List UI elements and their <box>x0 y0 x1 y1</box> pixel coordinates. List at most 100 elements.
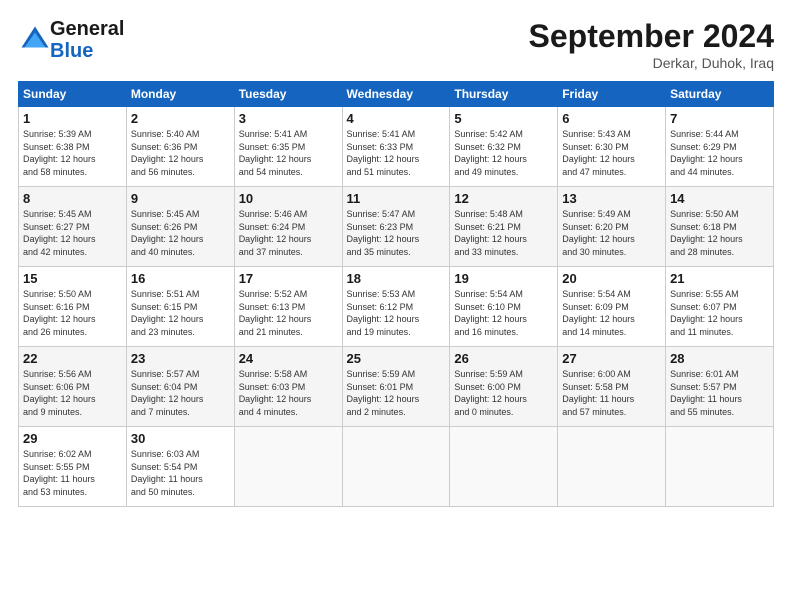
day-info: Sunrise: 5:48 AM Sunset: 6:21 PM Dayligh… <box>454 208 553 258</box>
day-number: 12 <box>454 191 553 206</box>
day-number: 9 <box>131 191 230 206</box>
day-number: 23 <box>131 351 230 366</box>
day-number: 20 <box>562 271 661 286</box>
calendar-cell: 8 Sunrise: 5:45 AM Sunset: 6:27 PM Daylig… <box>19 187 127 267</box>
page: General Blue September 2024 Derkar, Duho… <box>0 0 792 517</box>
day-info: Sunrise: 5:54 AM Sunset: 6:10 PM Dayligh… <box>454 288 553 338</box>
col-header-thursday: Thursday <box>450 82 558 107</box>
day-number: 30 <box>131 431 230 446</box>
logo-blue: Blue <box>50 40 124 62</box>
day-info: Sunrise: 5:41 AM Sunset: 6:35 PM Dayligh… <box>239 128 338 178</box>
col-header-sunday: Sunday <box>19 82 127 107</box>
logo-general: General <box>50 18 124 40</box>
calendar-cell: 24Sunrise: 5:58 AM Sunset: 6:03 PM Dayli… <box>234 347 342 427</box>
logo: General Blue <box>18 18 124 62</box>
day-info: Sunrise: 5:45 AM Sunset: 6:27 PM Dayligh… <box>23 208 122 258</box>
day-number: 19 <box>454 271 553 286</box>
day-info: Sunrise: 6:02 AM Sunset: 5:55 PM Dayligh… <box>23 448 122 498</box>
day-number: 29 <box>23 431 122 446</box>
day-info: Sunrise: 5:55 AM Sunset: 6:07 PM Dayligh… <box>670 288 769 338</box>
day-info: Sunrise: 5:59 AM Sunset: 6:01 PM Dayligh… <box>347 368 446 418</box>
calendar-cell: 10 Sunrise: 5:46 AM Sunset: 6:24 PM Dayli… <box>234 187 342 267</box>
calendar-cell <box>666 427 774 507</box>
calendar-cell <box>234 427 342 507</box>
day-number: 6 <box>562 111 661 126</box>
day-info: Sunrise: 5:45 AM Sunset: 6:26 PM Dayligh… <box>131 208 230 258</box>
header-row: SundayMondayTuesdayWednesdayThursdayFrid… <box>19 82 774 107</box>
day-number: 21 <box>670 271 769 286</box>
calendar-cell: 23 Sunrise: 5:57 AM Sunset: 6:04 PM Dayli… <box>126 347 234 427</box>
location: Derkar, Duhok, Iraq <box>529 55 774 71</box>
day-info: Sunrise: 5:44 AM Sunset: 6:29 PM Dayligh… <box>670 128 769 178</box>
calendar-cell: 9 Sunrise: 5:45 AM Sunset: 6:26 PM Daylig… <box>126 187 234 267</box>
calendar-cell: 29 Sunrise: 6:02 AM Sunset: 5:55 PM Dayli… <box>19 427 127 507</box>
day-info: Sunrise: 5:56 AM Sunset: 6:06 PM Dayligh… <box>23 368 122 418</box>
calendar-cell: 15 Sunrise: 5:50 AM Sunset: 6:16 PM Dayli… <box>19 267 127 347</box>
day-info: Sunrise: 5:51 AM Sunset: 6:15 PM Dayligh… <box>131 288 230 338</box>
calendar-table: SundayMondayTuesdayWednesdayThursdayFrid… <box>18 81 774 507</box>
calendar-cell: 11Sunrise: 5:47 AM Sunset: 6:23 PM Dayli… <box>342 187 450 267</box>
title-block: September 2024 Derkar, Duhok, Iraq <box>529 18 774 71</box>
week-row-1: 1 Sunrise: 5:39 AM Sunset: 6:38 PM Daylig… <box>19 107 774 187</box>
day-number: 1 <box>23 111 122 126</box>
week-row-2: 8 Sunrise: 5:45 AM Sunset: 6:27 PM Daylig… <box>19 187 774 267</box>
col-header-friday: Friday <box>558 82 666 107</box>
day-number: 5 <box>454 111 553 126</box>
week-row-5: 29 Sunrise: 6:02 AM Sunset: 5:55 PM Dayli… <box>19 427 774 507</box>
calendar-cell: 5 Sunrise: 5:42 AM Sunset: 6:32 PM Daylig… <box>450 107 558 187</box>
day-number: 14 <box>670 191 769 206</box>
day-number: 15 <box>23 271 122 286</box>
calendar-cell <box>342 427 450 507</box>
day-info: Sunrise: 5:41 AM Sunset: 6:33 PM Dayligh… <box>347 128 446 178</box>
calendar-cell: 27 Sunrise: 6:00 AM Sunset: 5:58 PM Dayli… <box>558 347 666 427</box>
day-number: 24 <box>239 351 338 366</box>
day-number: 10 <box>239 191 338 206</box>
calendar-cell: 1 Sunrise: 5:39 AM Sunset: 6:38 PM Daylig… <box>19 107 127 187</box>
day-number: 13 <box>562 191 661 206</box>
day-number: 17 <box>239 271 338 286</box>
day-number: 27 <box>562 351 661 366</box>
day-info: Sunrise: 5:47 AM Sunset: 6:23 PM Dayligh… <box>347 208 446 258</box>
calendar-cell <box>558 427 666 507</box>
day-info: Sunrise: 5:50 AM Sunset: 6:16 PM Dayligh… <box>23 288 122 338</box>
calendar-cell: 13 Sunrise: 5:49 AM Sunset: 6:20 PM Dayli… <box>558 187 666 267</box>
calendar-cell: 6 Sunrise: 5:43 AM Sunset: 6:30 PM Daylig… <box>558 107 666 187</box>
day-number: 16 <box>131 271 230 286</box>
day-info: Sunrise: 5:54 AM Sunset: 6:09 PM Dayligh… <box>562 288 661 338</box>
day-info: Sunrise: 5:42 AM Sunset: 6:32 PM Dayligh… <box>454 128 553 178</box>
day-info: Sunrise: 5:57 AM Sunset: 6:04 PM Dayligh… <box>131 368 230 418</box>
calendar-cell: 3 Sunrise: 5:41 AM Sunset: 6:35 PM Daylig… <box>234 107 342 187</box>
calendar-cell: 12 Sunrise: 5:48 AM Sunset: 6:21 PM Dayli… <box>450 187 558 267</box>
week-row-3: 15 Sunrise: 5:50 AM Sunset: 6:16 PM Dayli… <box>19 267 774 347</box>
day-number: 7 <box>670 111 769 126</box>
month-title: September 2024 <box>529 18 774 55</box>
week-row-4: 22Sunrise: 5:56 AM Sunset: 6:06 PM Dayli… <box>19 347 774 427</box>
day-info: Sunrise: 6:01 AM Sunset: 5:57 PM Dayligh… <box>670 368 769 418</box>
calendar-cell: 14 Sunrise: 5:50 AM Sunset: 6:18 PM Dayli… <box>666 187 774 267</box>
day-number: 28 <box>670 351 769 366</box>
calendar-cell: 7 Sunrise: 5:44 AM Sunset: 6:29 PM Daylig… <box>666 107 774 187</box>
calendar-cell: 17Sunrise: 5:52 AM Sunset: 6:13 PM Dayli… <box>234 267 342 347</box>
day-info: Sunrise: 5:43 AM Sunset: 6:30 PM Dayligh… <box>562 128 661 178</box>
day-info: Sunrise: 5:39 AM Sunset: 6:38 PM Dayligh… <box>23 128 122 178</box>
calendar-cell: 20 Sunrise: 5:54 AM Sunset: 6:09 PM Dayli… <box>558 267 666 347</box>
day-info: Sunrise: 5:59 AM Sunset: 6:00 PM Dayligh… <box>454 368 553 418</box>
day-number: 3 <box>239 111 338 126</box>
day-info: Sunrise: 5:49 AM Sunset: 6:20 PM Dayligh… <box>562 208 661 258</box>
day-number: 8 <box>23 191 122 206</box>
day-number: 25 <box>347 351 446 366</box>
day-number: 18 <box>347 271 446 286</box>
calendar-cell: 28 Sunrise: 6:01 AM Sunset: 5:57 PM Dayli… <box>666 347 774 427</box>
calendar-cell: 21 Sunrise: 5:55 AM Sunset: 6:07 PM Dayli… <box>666 267 774 347</box>
day-number: 26 <box>454 351 553 366</box>
calendar-cell: 19 Sunrise: 5:54 AM Sunset: 6:10 PM Dayli… <box>450 267 558 347</box>
day-number: 4 <box>347 111 446 126</box>
col-header-saturday: Saturday <box>666 82 774 107</box>
calendar-cell: 18Sunrise: 5:53 AM Sunset: 6:12 PM Dayli… <box>342 267 450 347</box>
day-info: Sunrise: 5:50 AM Sunset: 6:18 PM Dayligh… <box>670 208 769 258</box>
col-header-tuesday: Tuesday <box>234 82 342 107</box>
logo-icon <box>20 25 50 55</box>
day-info: Sunrise: 5:46 AM Sunset: 6:24 PM Dayligh… <box>239 208 338 258</box>
day-info: Sunrise: 6:00 AM Sunset: 5:58 PM Dayligh… <box>562 368 661 418</box>
calendar-cell: 2Sunrise: 5:40 AM Sunset: 6:36 PM Daylig… <box>126 107 234 187</box>
